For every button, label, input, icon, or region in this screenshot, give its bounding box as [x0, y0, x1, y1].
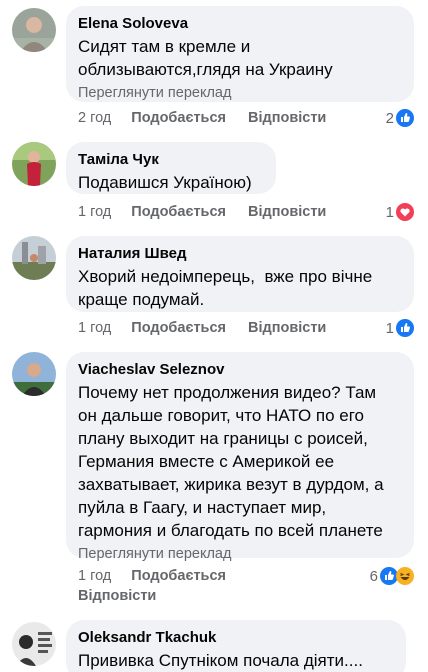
comment-author[interactable]: Viacheslav Seleznov — [78, 360, 402, 379]
comment-author[interactable]: Наталия Швед — [78, 244, 402, 263]
comment-text: Сидят там в кремле и облизываются,глядя … — [78, 37, 333, 79]
avatar[interactable] — [12, 236, 56, 280]
comment-time[interactable]: 2 год — [78, 110, 111, 126]
like-button[interactable]: Подобається — [131, 110, 226, 126]
comment-text: Прививка Спутніком почала діяти.... — [78, 651, 363, 670]
reaction-summary[interactable]: 1 — [386, 318, 414, 338]
comment-actions: 2 год Подобається Відповісти 2 — [78, 108, 414, 128]
like-button[interactable]: Подобається — [131, 204, 226, 220]
comment-author[interactable]: Oleksandr Tkachuk — [78, 628, 394, 647]
comment-bubble: Наталия Швед Хворий недоімперець, вже пр… — [66, 236, 414, 312]
like-icon — [396, 319, 414, 337]
avatar[interactable] — [12, 352, 56, 396]
avatar[interactable] — [12, 142, 56, 186]
reply-button[interactable]: Відповісти — [78, 588, 156, 604]
comment-actions: 1 год Подобається Відповісти 1 — [78, 202, 414, 222]
comment-actions: 1 год Подобається Відповісти 1 — [78, 318, 414, 338]
avatar[interactable] — [12, 8, 56, 52]
see-translation-link[interactable]: Переглянути переклад — [78, 545, 402, 564]
comment-author[interactable]: Таміла Чук — [78, 150, 264, 169]
reaction-count: 1 — [385, 203, 394, 221]
reply-button[interactable]: Відповісти — [248, 320, 326, 336]
comment-actions: 1 год Подобається 6 — [78, 566, 414, 586]
comment-time[interactable]: 1 год — [78, 320, 111, 336]
like-icon — [396, 109, 414, 127]
love-icon — [396, 203, 414, 221]
like-button[interactable]: Подобається — [131, 568, 226, 584]
reply-button[interactable]: Відповісти — [248, 204, 326, 220]
comment-text: Подавишся Україною) — [78, 173, 252, 192]
comment-time[interactable]: 1 год — [78, 568, 111, 584]
comment-author[interactable]: Elena Soloveva — [78, 14, 402, 33]
reply-button[interactable]: Відповісти — [248, 110, 326, 126]
comment-bubble: Таміла Чук Подавишся Україною) — [66, 142, 276, 194]
reaction-summary[interactable]: 6 — [370, 566, 414, 586]
avatar[interactable] — [12, 622, 56, 666]
comment-bubble: Elena Soloveva Сидят там в кремле и обли… — [66, 6, 414, 102]
reaction-count: 6 — [369, 567, 378, 585]
comment-text: Хворий недоімперець, вже про вічне краще… — [78, 267, 373, 309]
comment-time[interactable]: 1 год — [78, 204, 111, 220]
reaction-summary[interactable]: 1 — [386, 202, 414, 222]
reaction-count: 2 — [385, 109, 394, 127]
comment-bubble: Viacheslav Seleznov Почему нет продолжен… — [66, 352, 414, 562]
haha-icon — [396, 567, 414, 585]
reaction-summary[interactable]: 2 — [386, 108, 414, 128]
like-button[interactable]: Подобається — [131, 320, 226, 336]
comment-bubble: Oleksandr Tkachuk Прививка Спутніком поч… — [66, 620, 406, 672]
comment-text: Почему нет продолжения видео? Там он дал… — [78, 383, 384, 540]
see-translation-link[interactable]: Переглянути переклад — [78, 84, 402, 103]
reaction-count: 1 — [385, 319, 394, 337]
